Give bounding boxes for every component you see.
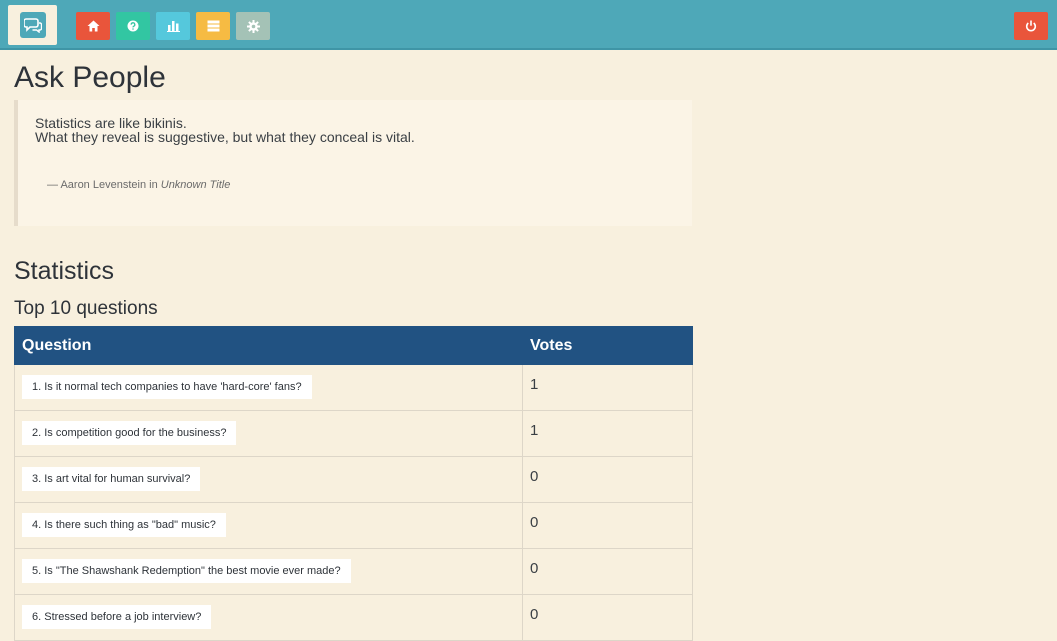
database-button[interactable] [196, 12, 230, 40]
settings-button[interactable] [236, 12, 270, 40]
vote-count: 1 [530, 376, 539, 393]
question-link[interactable]: 3. Is art vital for human survival? [22, 467, 201, 491]
bar-chart-icon [166, 21, 180, 32]
question-link[interactable]: 1. Is it normal tech companies to have '… [22, 375, 312, 399]
question-icon [127, 20, 139, 32]
chat-bubbles-icon [19, 12, 46, 38]
top-questions-table: Question Votes 1. Is it normal tech comp… [14, 326, 693, 641]
table-row: 6. Stressed before a job interview? 0 [14, 594, 693, 641]
top-questions-heading: Top 10 questions [14, 298, 158, 319]
vote-count: 0 [530, 560, 539, 577]
vote-count: 0 [530, 468, 539, 485]
question-link[interactable]: 6. Stressed before a job interview? [22, 605, 212, 629]
statistics-button[interactable] [156, 12, 190, 40]
logout-button[interactable] [1014, 12, 1048, 40]
home-button[interactable] [76, 12, 110, 40]
table-row: 2. Is competition good for the business?… [14, 410, 693, 457]
gear-icon [246, 19, 260, 33]
table-row: 3. Is art vital for human survival? 0 [14, 456, 693, 503]
quote-author: — Aaron Levenstein in [47, 179, 158, 191]
questions-button[interactable] [116, 12, 150, 40]
quote-line-2: What they reveal is suggestive, but what… [35, 129, 415, 145]
vote-count: 0 [530, 606, 539, 623]
table-row: 1. Is it normal tech companies to have '… [14, 364, 693, 411]
table-row: 5. Is "The Shawshank Redemption" the bes… [14, 548, 693, 595]
top-navbar [0, 0, 1057, 50]
app-logo[interactable] [8, 5, 57, 45]
column-header-question: Question [14, 326, 523, 365]
quote-source: Unknown Title [160, 179, 231, 191]
vote-count: 0 [530, 514, 539, 531]
vote-count: 1 [530, 422, 539, 439]
question-link[interactable]: 2. Is competition good for the business? [22, 421, 237, 445]
power-icon [1025, 20, 1037, 32]
home-icon [87, 20, 99, 32]
statistics-heading: Statistics [14, 257, 115, 285]
quote-block: Statistics are like bikinis. What they r… [14, 100, 692, 226]
question-link[interactable]: 4. Is there such thing as "bad" music? [22, 513, 226, 537]
question-link[interactable]: 5. Is "The Shawshank Redemption" the bes… [22, 559, 351, 583]
page-title: Ask People [14, 61, 166, 94]
main-content: Ask People Statistics are like bikinis. … [14, 58, 693, 641]
quote-attribution: — Aaron Levenstein in Unknown Title [47, 179, 230, 191]
quote-line-1: Statistics are like bikinis. [35, 115, 187, 131]
table-header-row: Question Votes [14, 326, 693, 365]
table-row: 4. Is there such thing as "bad" music? 0 [14, 502, 693, 549]
database-icon [207, 20, 219, 32]
column-header-votes: Votes [522, 326, 693, 365]
